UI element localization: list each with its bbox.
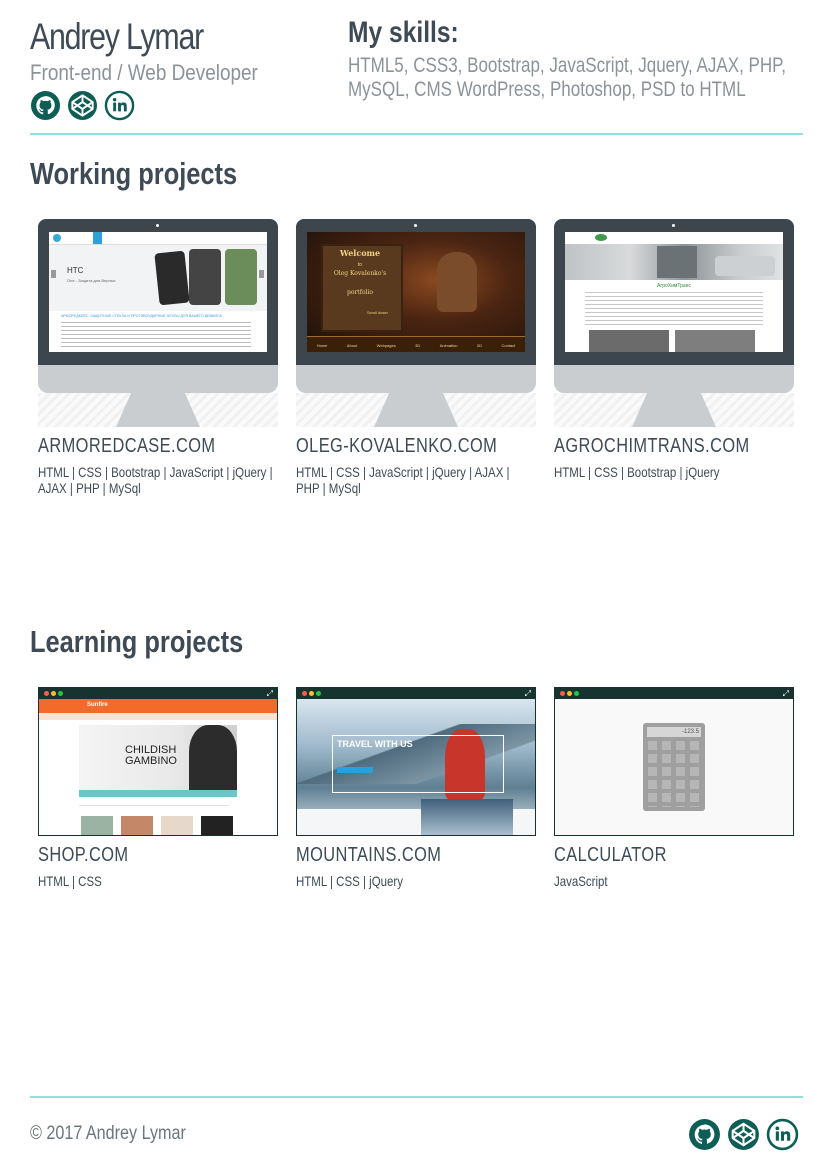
linkedin-icon[interactable] xyxy=(104,90,135,121)
linkedin-icon[interactable] xyxy=(766,1118,799,1151)
project-tech: HTML | CSS | jQuery xyxy=(296,873,403,889)
project-title[interactable]: ARMOREDCASE.COM xyxy=(38,435,235,458)
skills-list: HTML5, CSS3, Bootstrap, JavaScript, Jque… xyxy=(348,54,787,101)
project-tech: HTML | CSS | Bootstrap | jQuery xyxy=(554,464,720,480)
project-title[interactable]: OLEG-KOVALENKO.COM xyxy=(296,435,497,458)
browser-mockup[interactable]: ⤢ Sunfire CHILDISH GAMBINO xyxy=(38,687,278,836)
project-screenshot: Sunfire CHILDISH GAMBINO xyxy=(39,699,277,835)
monitor-mockup: Welcome to Oleg Kovalenko's portfolio Sc… xyxy=(296,219,536,427)
screen-sign: Welcome xyxy=(339,248,381,258)
project-card[interactable]: ⤢ TRAVEL WITH US MOUNTAINS.COM HTML | CS… xyxy=(296,687,536,889)
browser-mockup[interactable]: ⤢ -123.5 xyxy=(554,687,794,836)
project-card[interactable]: HTC One - Защита для Верных АРМОРЕДКЕЙС,… xyxy=(38,219,278,496)
calculator-display: -123.5 xyxy=(647,727,701,737)
page-title: Andrey Lymar xyxy=(30,16,204,57)
project-tech: HTML | CSS xyxy=(38,873,102,889)
working-projects-list: HTC One - Защита для Верных АРМОРЕДКЕЙС,… xyxy=(38,219,794,496)
screen-hero: CHILDISH GAMBINO xyxy=(125,744,177,767)
screen-subheading: One - Защита для Верных xyxy=(67,278,116,283)
footer-social-links xyxy=(688,1118,799,1151)
screen-heading: HTC xyxy=(67,266,84,275)
codepen-icon[interactable] xyxy=(67,90,98,121)
monitor-mockup: АгроХимТранс xyxy=(554,219,794,427)
project-tech: HTML | CSS | JavaScript | jQuery | AJAX … xyxy=(296,464,510,496)
expand-icon: ⤢ xyxy=(782,689,789,698)
footer-divider xyxy=(30,1096,803,1098)
browser-mockup[interactable]: ⤢ TRAVEL WITH US xyxy=(296,687,536,836)
screen-banner: АРМОРЕДКЕЙС, ЗАЩИТНЫЕ СТЕКЛА И ПРОТИВОУД… xyxy=(61,314,222,318)
project-screenshot[interactable]: АгроХимТранс xyxy=(565,232,783,352)
skills-title: My skills: xyxy=(348,16,459,49)
project-screenshot: TRAVEL WITH US xyxy=(297,699,535,835)
project-screenshot[interactable]: HTC One - Защита для Верных АРМОРЕДКЕЙС,… xyxy=(49,232,267,352)
project-screenshot: -123.5 xyxy=(555,699,793,835)
project-title[interactable]: MOUNTAINS.COM xyxy=(296,844,493,867)
social-links xyxy=(30,90,135,121)
project-tech: JavaScript xyxy=(554,873,608,889)
working-projects-title: Working projects xyxy=(30,156,238,191)
copyright: © 2017 Andrey Lymar xyxy=(30,1123,186,1144)
project-card[interactable]: ⤢ -123.5 CALCULATOR JavaScript xyxy=(554,687,794,889)
project-title[interactable]: CALCULATOR xyxy=(554,844,751,867)
project-screenshot[interactable]: Welcome to Oleg Kovalenko's portfolio Sc… xyxy=(307,232,525,352)
header: Andrey Lymar Front-end / Web Developer M… xyxy=(30,12,804,134)
project-card[interactable]: Welcome to Oleg Kovalenko's portfolio Sc… xyxy=(296,219,536,496)
screen-brand: Sunfire xyxy=(87,702,108,708)
project-card[interactable]: АгроХимТранс AGROCHIMTRANS.COM HTML | CS… xyxy=(554,219,794,496)
expand-icon: ⤢ xyxy=(524,689,531,698)
project-tech: HTML | CSS | Bootstrap | JavaScript | jQ… xyxy=(38,464,273,496)
project-title[interactable]: SHOP.COM xyxy=(38,844,235,867)
github-icon[interactable] xyxy=(30,90,61,121)
divider xyxy=(30,133,803,135)
project-card[interactable]: ⤢ Sunfire CHILDISH GAMBINO SHOP.COM HTML… xyxy=(38,687,278,889)
learning-projects-list: ⤢ Sunfire CHILDISH GAMBINO SHOP.COM HTML… xyxy=(38,687,794,889)
screen-hero: TRAVEL WITH US xyxy=(337,739,413,749)
codepen-icon[interactable] xyxy=(727,1118,760,1151)
monitor-mockup: HTC One - Защита для Верных АРМОРЕДКЕЙС,… xyxy=(38,219,278,427)
screen-heading: АгроХимТранс xyxy=(657,283,691,289)
learning-projects-title: Learning projects xyxy=(30,624,244,659)
expand-icon: ⤢ xyxy=(266,689,273,698)
job-title: Front-end / Web Developer xyxy=(30,60,258,85)
github-icon[interactable] xyxy=(688,1118,721,1151)
skills-block: My skills: HTML5, CSS3, Bootstrap, JavaS… xyxy=(348,16,808,102)
project-title[interactable]: AGROCHIMTRANS.COM xyxy=(554,435,751,458)
